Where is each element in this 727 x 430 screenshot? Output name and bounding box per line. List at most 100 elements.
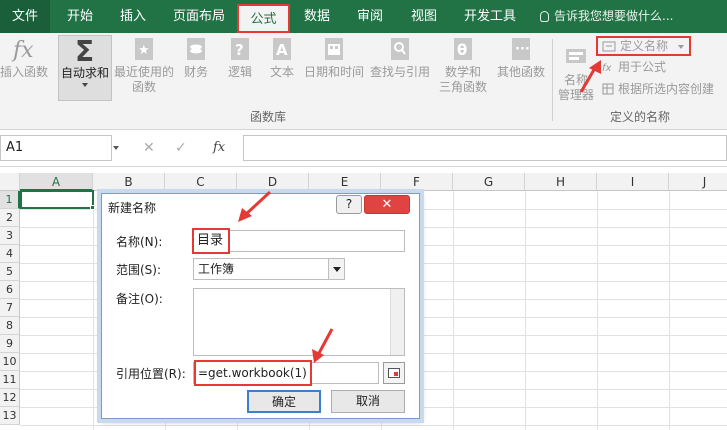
lookup-button[interactable]: 查找与引用 [368,35,432,80]
cancel-button[interactable]: 取消 [331,390,405,413]
svg-text:Σ: Σ [75,36,94,64]
name-field-value[interactable]: 目录 [192,228,230,254]
refers-to-field-value[interactable]: =get.workbook(1) [194,360,312,386]
cancel-icon[interactable]: ✕ [143,135,155,161]
scope-select[interactable]: 工作簿 [193,258,345,280]
row-header[interactable]: 11 [0,371,20,389]
help-button[interactable]: ? [336,195,362,214]
select-all-corner[interactable] [0,173,20,191]
tab-view[interactable]: 视图 [404,0,444,33]
insert-function-icon[interactable]: fx [213,135,225,161]
annotation-arrow-icon [238,190,272,222]
lightbulb-icon [540,11,549,22]
row-header[interactable]: 10 [0,353,20,371]
row-header[interactable]: 8 [0,317,20,335]
logical-label: 逻辑 [227,65,252,79]
column-header[interactable]: C [165,173,237,191]
new-name-dialog: 新建名称 ? ✕ 名称(N): 目录 范围(S): 工作簿 备注(O): 引用位… [101,193,420,419]
grid-line [20,425,727,426]
autosum-button[interactable]: Σ 自动求和 [58,35,112,101]
column-header[interactable]: B [93,173,165,191]
autosum-label: 自动求和 [60,66,109,80]
tab-review[interactable]: 审阅 [350,0,390,33]
formula-input[interactable] [243,135,727,161]
column-header[interactable]: I [597,173,669,191]
range-select-icon [388,368,400,378]
row-header[interactable]: 7 [0,299,20,317]
fill-handle[interactable] [90,205,95,210]
close-button[interactable]: ✕ [364,195,410,214]
collapse-dialog-button[interactable] [383,362,405,384]
sigma-icon: Σ [75,36,94,64]
chevron-down-icon[interactable] [328,259,344,279]
tell-me-text: 告诉我您想要做什么... [554,9,674,23]
logical-button[interactable]: ? 逻辑 [222,35,258,80]
tab-page-layout[interactable]: 页面布局 [167,0,231,33]
more-functions-button[interactable]: ··· 其他函数 [494,35,548,80]
annotation-arrow-icon [312,328,334,363]
row-header[interactable]: 13 [0,407,20,425]
tab-data[interactable]: 数据 [297,0,337,33]
tab-formulas[interactable]: 公式 [237,4,290,33]
svg-text:···: ··· [515,42,530,57]
svg-text:A: A [276,41,288,59]
row-header[interactable]: 4 [0,245,20,263]
column-header[interactable]: G [453,173,525,191]
column-header[interactable]: A [20,173,93,191]
recent-functions-label-2: 函数 [131,80,156,94]
financial-button[interactable]: 财务 [178,35,214,80]
row-header[interactable]: 9 [0,335,20,353]
fx-icon: fx [11,38,34,63]
name-box[interactable]: A1 [0,135,112,161]
use-in-formula-label: 用于公式 [618,60,667,74]
insert-function-label: 插入函数 [0,65,49,79]
comment-textarea[interactable] [193,288,405,356]
svg-text:★: ★ [138,43,150,58]
use-in-formula-button[interactable]: fx 用于公式 [600,59,666,75]
chevron-down-icon [678,45,684,49]
ribbon-formulas: fx 插入函数 Σ 自动求和 ★ 最近使用的 函数 财务 ? 逻辑 A 文本 日… [0,33,727,130]
chevron-down-icon [82,83,88,87]
datetime-label: 日期和时间 [303,65,364,79]
create-from-selection-button[interactable]: 根据所选内容创建 [600,81,714,97]
theta-book-icon: θ [454,38,472,60]
row-header[interactable]: 2 [0,209,20,227]
row-header[interactable]: 12 [0,389,20,407]
column-header[interactable]: F [381,173,453,191]
formula-bar-buttons: ✕ ✓ fx [129,135,241,161]
comment-label: 备注(O): [116,292,163,306]
tab-developer[interactable]: 开发工具 [458,0,522,33]
tell-me-search[interactable]: 告诉我您想要做什么... [540,0,673,33]
row-header[interactable]: 6 [0,281,20,299]
dialog-title: 新建名称 [108,201,157,215]
active-cell-a1[interactable] [20,190,94,209]
insert-function-button[interactable]: fx 插入函数 [0,35,48,80]
coins-icon [187,38,205,60]
defined-names-group-label: 定义的名称 [610,110,671,124]
text-book-icon: A [273,38,291,60]
column-header[interactable]: H [525,173,597,191]
lookup-label: 查找与引用 [369,65,430,79]
recent-functions-button[interactable]: ★ 最近使用的 函数 [114,35,174,95]
text-label: 文本 [269,65,294,79]
ok-button[interactable]: 确定 [247,390,321,413]
text-button[interactable]: A 文本 [264,35,300,80]
financial-label: 财务 [183,65,208,79]
column-header[interactable]: E [309,173,381,191]
check-icon[interactable]: ✓ [175,135,187,161]
column-header[interactable]: J [669,173,727,191]
tab-insert[interactable]: 插入 [113,0,153,33]
name-label: 名称(N): [116,235,163,249]
comment-scrollbar[interactable] [390,289,404,355]
row-header[interactable]: 1 [0,191,20,209]
datetime-button[interactable]: 日期和时间 [302,35,366,80]
row-header[interactable]: 3 [0,227,20,245]
define-name-label: 定义名称 [620,39,669,53]
chevron-down-icon[interactable] [113,146,119,150]
tab-home[interactable]: 开始 [60,0,100,33]
math-trig-button[interactable]: θ 数学和 三角函数 [434,35,492,95]
calendar-icon [325,38,343,60]
define-name-button[interactable]: 定义名称 [596,36,691,56]
row-header[interactable]: 5 [0,263,20,281]
tab-file[interactable]: 文件 [0,0,50,33]
